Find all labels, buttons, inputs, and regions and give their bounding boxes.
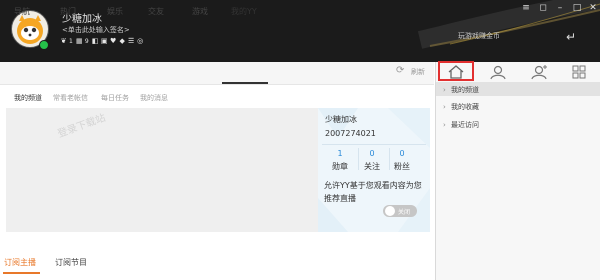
earn-coins-link[interactable]: 玩游戏赚金币: [458, 31, 500, 41]
menu-icon[interactable]: ≡: [519, 2, 533, 14]
apps-icon[interactable]: [567, 63, 591, 81]
badge-row: ❦ 1 ▦ 9 ◧ ▣ ♥ ◆ ☰ ◎: [60, 38, 144, 46]
tab-navigation[interactable]: 导航: [14, 4, 30, 20]
sidebar-item-label: 我的频道: [451, 86, 479, 94]
tab-social[interactable]: 交友: [148, 4, 164, 20]
sidebar-item-my-channels[interactable]: › 我的频道: [443, 85, 479, 95]
card-yy-id: 2007274021: [325, 129, 376, 138]
card-username: 少糖加冰: [325, 115, 357, 124]
subtab-daily-tasks[interactable]: 每日任务: [101, 93, 129, 103]
level-badge-icon[interactable]: ◧: [92, 38, 99, 45]
channel-preview[interactable]: [6, 108, 318, 232]
following-count[interactable]: 0: [357, 149, 387, 158]
badge-count: 1: [69, 38, 73, 45]
tab-hot[interactable]: 热门: [60, 4, 76, 20]
diamond-badge-icon[interactable]: ◆: [119, 38, 126, 45]
tab-subscribed-streamers[interactable]: 订阅主播: [4, 257, 36, 268]
subtab-my-messages[interactable]: 我的消息: [140, 93, 168, 103]
user-icon[interactable]: [486, 63, 510, 81]
sidebar-item-favorites[interactable]: › 我的收藏: [443, 102, 479, 112]
toggle-knob: [385, 206, 395, 216]
medals-label[interactable]: 勋章: [325, 161, 355, 172]
medals-count[interactable]: 1: [325, 149, 355, 158]
apps-glyph: [572, 65, 586, 79]
skin-icon[interactable]: ◻: [536, 2, 550, 14]
signature-input[interactable]: <单击此处输入签名>: [62, 25, 130, 35]
sidebar-item-recent[interactable]: › 最近访问: [443, 120, 479, 130]
tab-my-yy[interactable]: 我的YY: [231, 4, 257, 20]
subtab-frequent[interactable]: 常看老帐信: [53, 93, 88, 103]
contacts-glyph: [531, 65, 547, 80]
main-tab-bar: [0, 62, 434, 85]
sidebar-item-label: 最近访问: [451, 121, 479, 129]
refresh-button[interactable]: 刷新: [411, 67, 425, 77]
minimize-icon[interactable]: –: [553, 2, 567, 14]
divider: [322, 144, 426, 145]
active-tab-indicator: [222, 82, 268, 84]
close-icon[interactable]: ✕: [586, 2, 600, 14]
home-tab-highlight: [438, 61, 474, 81]
maximize-icon[interactable]: □: [570, 2, 584, 14]
following-label[interactable]: 关注: [357, 161, 387, 172]
toggle-state-label: 关闭: [398, 209, 411, 216]
target-badge-icon[interactable]: ◎: [137, 38, 144, 45]
enter-icon[interactable]: ↵: [566, 30, 576, 44]
contacts-icon[interactable]: [527, 63, 551, 81]
recommendation-setting-text: 允许YY基于您观看内容为您推荐直播: [324, 181, 422, 203]
tab-entertainment[interactable]: 娱乐: [107, 4, 123, 20]
tab-games[interactable]: 游戏: [192, 4, 208, 20]
gift-badge-icon[interactable]: ▦: [76, 38, 83, 45]
chevron-right-icon: ›: [443, 121, 446, 129]
user-glyph: [490, 65, 506, 80]
active-bottom-tab-indicator: [3, 272, 40, 274]
sidebar-item-label: 我的收藏: [451, 103, 479, 111]
coins-badge-icon[interactable]: ☰: [128, 38, 135, 45]
chevron-right-icon: ›: [443, 86, 446, 94]
fans-count[interactable]: 0: [387, 149, 417, 158]
tab-subscribed-programs[interactable]: 订阅节目: [55, 257, 87, 268]
heart-badge-icon[interactable]: ♥: [110, 38, 117, 45]
subtab-my-channels[interactable]: 我的频道: [14, 93, 42, 103]
badge-count: 9: [84, 38, 89, 45]
flag-badge-icon[interactable]: ❦: [60, 38, 67, 45]
online-status-dot: [39, 40, 49, 50]
vip-badge-icon[interactable]: ▣: [101, 38, 108, 45]
fans-label[interactable]: 粉丝: [387, 161, 417, 172]
refresh-icon[interactable]: ⟳: [396, 66, 406, 76]
chevron-right-icon: ›: [443, 103, 446, 111]
